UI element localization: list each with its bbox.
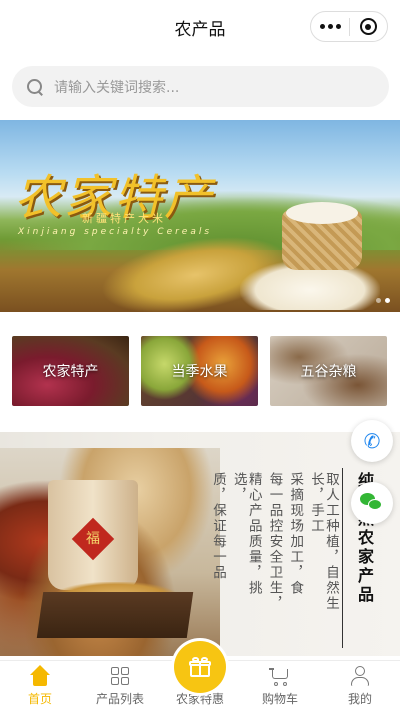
search-icon <box>26 78 44 96</box>
promo-jar: 福 <box>48 480 138 590</box>
nav-header: 农产品 <box>0 0 400 56</box>
target-circle-icon <box>359 18 377 35</box>
promo-text-col: 取人工种植，自然生长，手工 <box>308 472 339 612</box>
user-icon <box>349 665 371 687</box>
more-dot-icon <box>327 24 333 29</box>
banner-carousel[interactable]: 农家特产 新疆特产大米 Xinjiang specialty Cereals <box>0 120 400 312</box>
carousel-dot-active <box>385 298 390 303</box>
phone-icon: ✆ <box>363 429 381 453</box>
promo-text-col: 精心产品质量，挑选， <box>230 472 262 596</box>
farm-deals-button[interactable] <box>174 641 226 693</box>
wechat-button[interactable] <box>351 482 393 524</box>
carousel-indicator <box>376 298 390 303</box>
promo-text-col: 采摘现场加工，食 <box>287 472 304 596</box>
mini-program-capsule <box>310 11 388 42</box>
category-tiles: 农家特产 当季水果 五谷杂粮 <box>12 336 388 406</box>
tab-cart[interactable]: 购物车 <box>240 661 320 712</box>
home-icon <box>29 665 51 687</box>
category-label: 当季水果 <box>171 364 228 380</box>
tab-product-list[interactable]: 产品列表 <box>80 661 160 712</box>
promo-divider <box>342 468 343 648</box>
fu-seal: 福 <box>71 517 115 561</box>
tab-label: 产品列表 <box>95 692 144 706</box>
banner-rice-top <box>286 202 358 224</box>
promo-text-columns: 取人工种植，自然生长，手工 采摘现场加工，食 每一品控安全卫生， 精心产品质量，… <box>210 472 339 622</box>
tab-label: 首页 <box>27 692 52 706</box>
promo-tray <box>36 592 194 638</box>
promo-section: 福 取人工种植，自然生长，手工 采摘现场加工，食 每一品控安全卫生， 精心产品质… <box>0 432 400 656</box>
more-menu-button[interactable] <box>311 24 349 29</box>
search-bar[interactable]: 请输入关键词搜索... <box>12 66 389 107</box>
cart-icon <box>269 665 291 687</box>
tab-mine[interactable]: 我的 <box>320 661 400 712</box>
bottom-tabbar: 首页 产品列表 农家特惠 购物车 我的 <box>0 641 400 712</box>
carousel-dot <box>376 298 381 303</box>
category-label: 农家特产 <box>42 364 99 380</box>
close-button[interactable] <box>350 18 387 35</box>
banner-subtitle: 新疆特产大米 <box>82 212 166 225</box>
more-dot-icon <box>319 24 325 29</box>
banner-english: Xinjiang specialty Cereals <box>18 227 213 237</box>
wechat-icon <box>360 493 384 513</box>
promo-text-col: 每一品控安全卫生， <box>266 472 283 612</box>
promo-text-col: 质，保证每一品 <box>210 472 226 581</box>
category-grains[interactable]: 五谷杂粮 <box>270 336 387 406</box>
tab-label: 购物车 <box>261 692 298 706</box>
tab-farm-deals[interactable]: 农家特惠 <box>160 641 240 712</box>
category-farm-specialty[interactable]: 农家特产 <box>12 336 129 406</box>
category-seasonal-fruit[interactable]: 当季水果 <box>141 336 258 406</box>
search-placeholder: 请输入关键词搜索... <box>54 79 180 96</box>
grid-icon <box>109 665 131 687</box>
gift-icon <box>189 657 211 677</box>
category-label: 五谷杂粮 <box>300 364 357 380</box>
tab-label: 我的 <box>347 692 372 706</box>
tab-home[interactable]: 首页 <box>0 661 80 712</box>
call-button[interactable]: ✆ <box>351 420 393 462</box>
more-dot-icon <box>335 24 341 29</box>
